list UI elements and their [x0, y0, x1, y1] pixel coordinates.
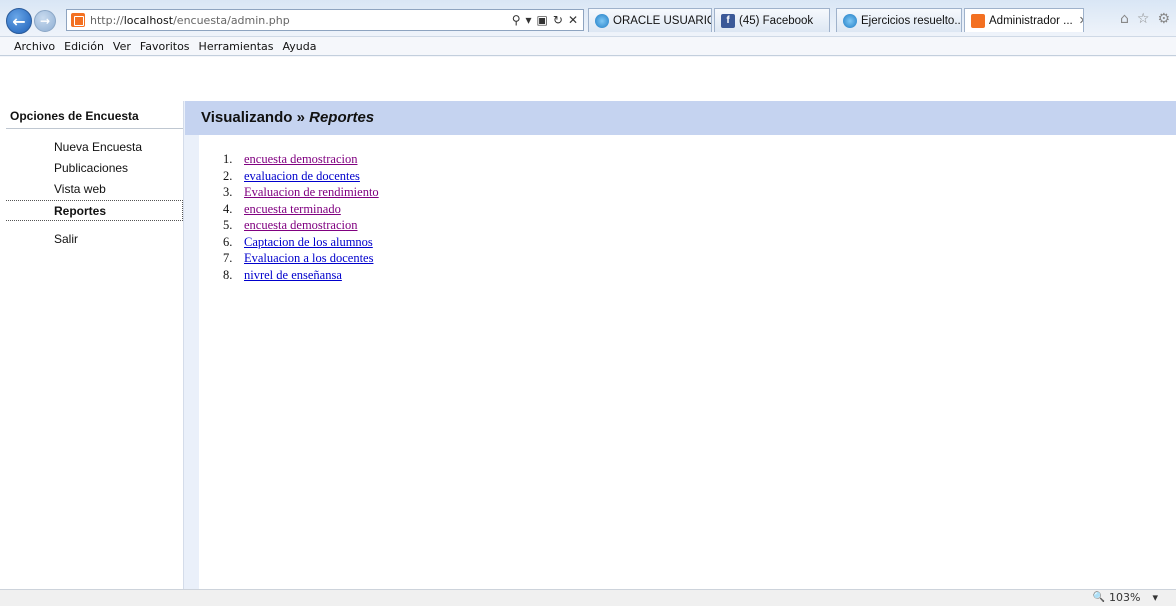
- report-link[interactable]: Evaluacion a los docentes: [244, 251, 373, 265]
- sidebar-nav: Nueva Encuesta Publicaciones Vista web R…: [6, 129, 183, 250]
- tab-oracle[interactable]: ORACLE USUARIO...: [588, 8, 712, 32]
- tab-label: (45) Facebook: [739, 14, 814, 27]
- forward-button[interactable]: →: [34, 10, 56, 32]
- list-item: 1. encuesta demostracion: [223, 151, 379, 168]
- menu-favoritos[interactable]: Favoritos: [140, 40, 190, 53]
- url-host: localhost: [123, 13, 174, 27]
- address-tools: ⚲ ▾ ▣ ↻ ✕: [512, 13, 583, 27]
- report-list: 1. encuesta demostracion 2. evaluacion de …: [223, 151, 379, 284]
- sidebar-item-publicaciones[interactable]: Publicaciones: [6, 158, 183, 179]
- xampp-icon: [971, 13, 985, 28]
- title-section: Reportes: [309, 109, 375, 126]
- sidebar-item-nueva-encuesta[interactable]: Nueva Encuesta: [6, 137, 183, 158]
- sidebar-item-vista-web[interactable]: Vista web: [6, 179, 183, 200]
- dropdown-arrow-icon[interactable]: ▾: [526, 13, 532, 27]
- tab-ejercicios[interactable]: Ejercicios resuelto...: [836, 8, 962, 32]
- refresh-icon[interactable]: ↻: [553, 13, 563, 27]
- list-number: 6.: [223, 234, 233, 249]
- favorites-star-icon[interactable]: ☆: [1137, 11, 1150, 27]
- tab-label: Ejercicios resuelto...: [861, 14, 962, 27]
- list-number: 2.: [223, 168, 233, 183]
- report-link[interactable]: Evaluacion de rendimiento: [244, 185, 379, 199]
- url-prefix: http://: [90, 13, 124, 27]
- title-prefix: Visualizando »: [201, 109, 305, 126]
- compatibility-view-icon[interactable]: ▣: [537, 13, 548, 27]
- facebook-icon: f: [721, 13, 735, 28]
- menu-ayuda[interactable]: Ayuda: [282, 40, 316, 53]
- toolbar-icons: ⌂ ☆ ⚙: [1120, 11, 1170, 27]
- search-icon[interactable]: ⚲: [512, 13, 521, 27]
- xampp-site-icon: [71, 13, 85, 27]
- report-link[interactable]: encuesta terminado: [244, 202, 341, 216]
- tab-label: Administrador ...: [989, 14, 1073, 27]
- report-link[interactable]: nivrel de enseñansa: [244, 268, 342, 282]
- zoom-control[interactable]: 🔍 103% ▾: [1093, 591, 1158, 604]
- sidebar: Opciones de Encuesta Nueva Encuesta Publ…: [6, 101, 183, 250]
- status-bar: 🔍 103% ▾: [0, 589, 1176, 606]
- list-item: 8. nivrel de enseñansa: [223, 267, 379, 284]
- sidebar-item-reportes[interactable]: Reportes: [6, 200, 183, 221]
- content-header: Visualizando » Reportes: [185, 101, 1176, 135]
- menu-edicion[interactable]: Edición: [64, 40, 104, 53]
- forward-arrow-icon: →: [39, 14, 51, 28]
- menu-herramientas[interactable]: Herramientas: [199, 40, 274, 53]
- page-title: Visualizando » Reportes: [185, 101, 1176, 126]
- navigation-row: ← → http://localhost/encuesta/admin.php …: [0, 0, 1176, 36]
- sidebar-divider: [183, 101, 199, 589]
- back-arrow-icon: ←: [12, 11, 26, 31]
- tab-strip: ORACLE USUARIO... f (45) Facebook Ejerci…: [588, 8, 1086, 32]
- ie-icon: [843, 13, 857, 28]
- home-icon[interactable]: ⌂: [1120, 11, 1129, 27]
- tab-label: ORACLE USUARIO...: [613, 14, 711, 27]
- list-item: 5. encuesta demostracion: [223, 217, 379, 234]
- list-number: 1.: [223, 152, 233, 166]
- report-link[interactable]: encuesta demostracion: [244, 218, 358, 232]
- list-item: 7. Evaluacion a los docentes: [223, 250, 379, 267]
- chevron-down-icon[interactable]: ▾: [1152, 591, 1158, 604]
- tab-administrador[interactable]: Administrador ... ✕: [964, 8, 1084, 32]
- list-number: 4.: [223, 201, 233, 216]
- zoom-icon: 🔍: [1092, 592, 1106, 603]
- list-item: 2. evaluacion de docentes: [223, 168, 379, 185]
- report-link[interactable]: encuesta demostracion: [244, 152, 358, 166]
- address-url[interactable]: http://localhost/encuesta/admin.php: [90, 14, 290, 27]
- list-item: 4. encuesta terminado: [223, 201, 379, 218]
- close-tab-icon[interactable]: ✕: [1073, 14, 1083, 27]
- url-path: /encuesta/admin.php: [173, 13, 290, 27]
- gear-icon[interactable]: ⚙: [1157, 11, 1170, 27]
- menu-archivo[interactable]: Archivo: [14, 40, 55, 53]
- page-content: Opciones de Encuesta Nueva Encuesta Publ…: [0, 57, 1176, 589]
- menu-bar: Archivo Edición Ver Favoritos Herramient…: [0, 36, 1176, 56]
- sidebar-title: Opciones de Encuesta: [6, 101, 183, 129]
- list-item: 3. Evaluacion de rendimiento: [223, 184, 379, 201]
- report-link[interactable]: evaluacion de docentes: [244, 169, 360, 183]
- tab-facebook[interactable]: f (45) Facebook: [714, 8, 830, 32]
- list-item: 6. Captacion de los alumnos: [223, 234, 379, 251]
- address-bar[interactable]: http://localhost/encuesta/admin.php ⚲ ▾ …: [66, 9, 584, 31]
- zoom-level: 103%: [1109, 591, 1141, 604]
- menu-ver[interactable]: Ver: [113, 40, 131, 53]
- browser-chrome: ← → http://localhost/encuesta/admin.php …: [0, 0, 1176, 57]
- report-link[interactable]: Captacion de los alumnos: [244, 235, 373, 249]
- list-number: 8.: [223, 267, 233, 282]
- stop-icon[interactable]: ✕: [568, 13, 578, 27]
- list-number: 5.: [223, 218, 233, 232]
- list-number: 7.: [223, 251, 233, 265]
- sidebar-item-salir[interactable]: Salir: [6, 229, 183, 250]
- list-number: 3.: [223, 185, 233, 199]
- back-button[interactable]: ←: [6, 8, 32, 34]
- ie-icon: [595, 13, 609, 28]
